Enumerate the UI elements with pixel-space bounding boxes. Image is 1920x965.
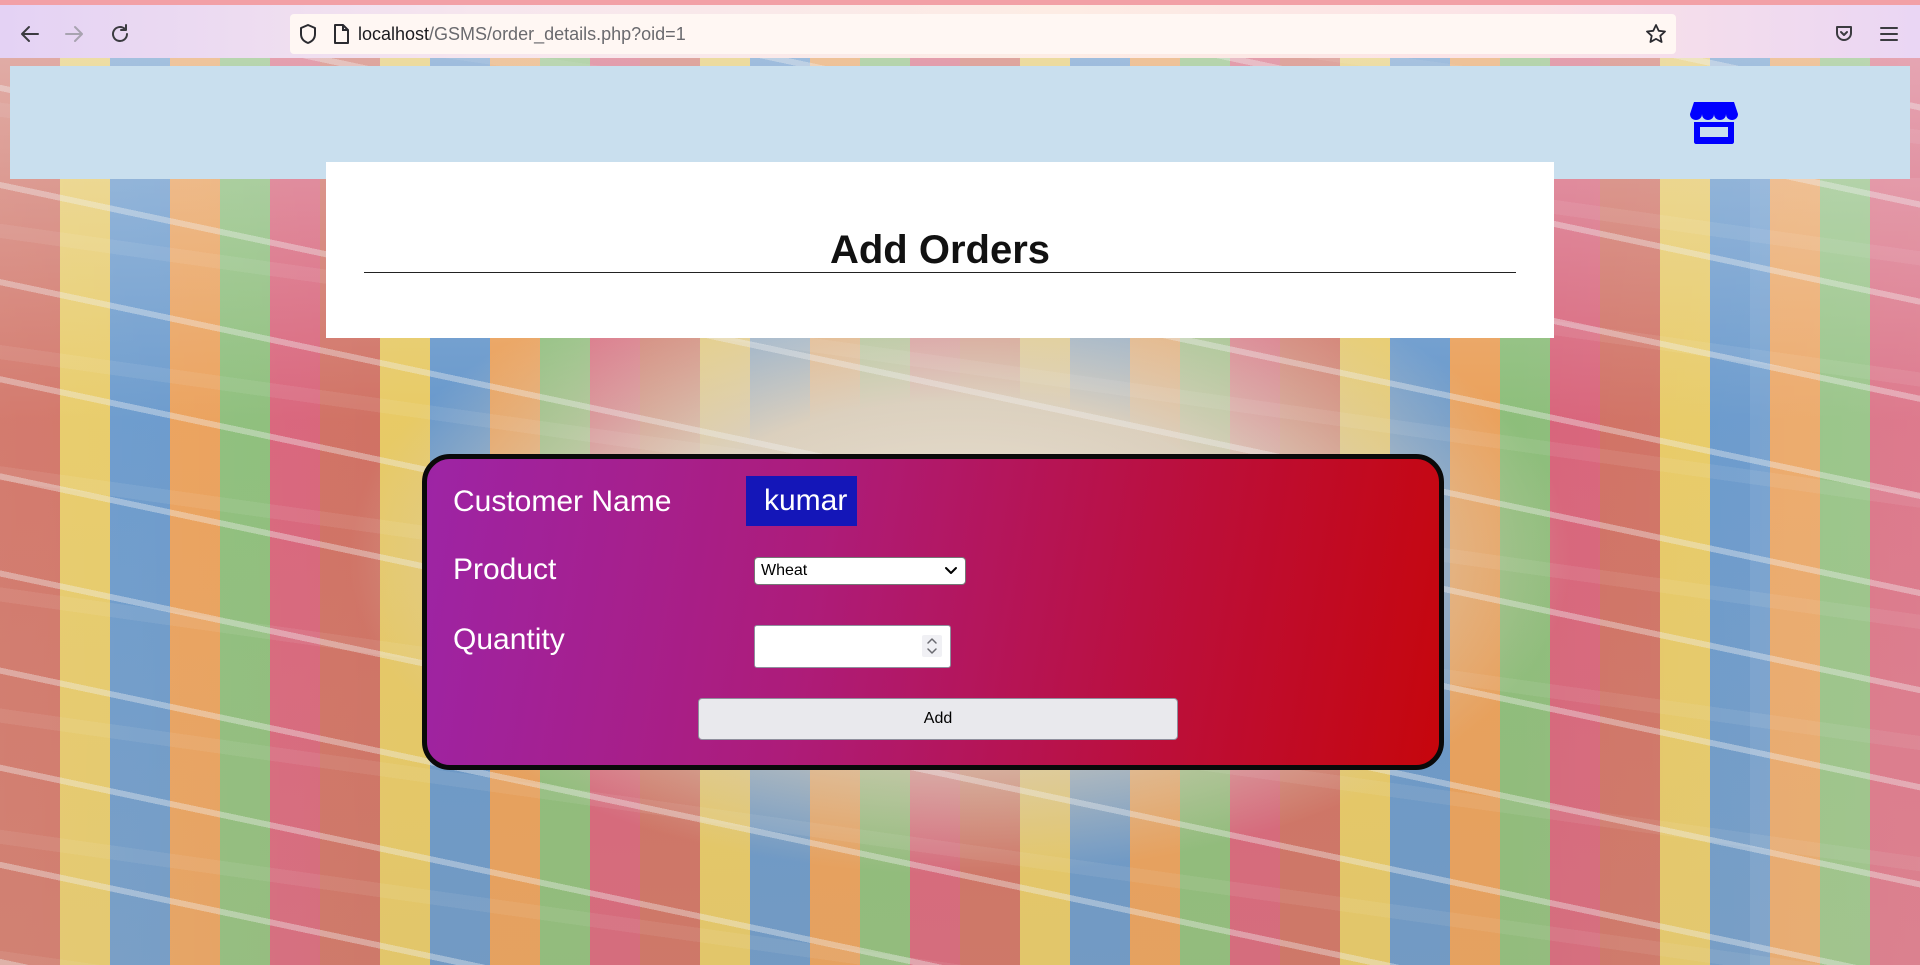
- page-title: Add Orders: [829, 228, 1051, 272]
- back-arrow-icon: [21, 26, 39, 42]
- browser-toolbar: localhost/GSMS/order_details.php?oid=1: [0, 0, 1920, 58]
- store-icon[interactable]: [1690, 100, 1738, 144]
- customer-name-value: kumar: [746, 476, 858, 526]
- url-host: localhost: [358, 23, 430, 44]
- background-right-strip: [1750, 178, 1920, 965]
- quantity-input[interactable]: [754, 625, 951, 668]
- pocket-button[interactable]: [1826, 16, 1862, 52]
- shield-icon[interactable]: [298, 23, 318, 45]
- url-path: /GSMS/order_details.php?oid=1: [429, 23, 686, 44]
- title-divider: [364, 272, 1516, 273]
- quantity-stepper[interactable]: [922, 635, 942, 657]
- app-menu-button[interactable]: [1871, 16, 1907, 52]
- product-label: Product: [453, 553, 557, 586]
- add-button[interactable]: Add: [698, 698, 1178, 740]
- title-card: Add Orders: [326, 162, 1554, 338]
- url-text[interactable]: localhost/GSMS/order_details.php?oid=1: [358, 24, 686, 45]
- add-order-form: Customer Name kumar Product Wheat Quanti…: [422, 454, 1444, 770]
- reload-icon: [112, 24, 128, 42]
- forward-button[interactable]: [56, 16, 92, 52]
- bookmark-button[interactable]: [1638, 16, 1674, 52]
- back-button[interactable]: [12, 16, 48, 52]
- product-select[interactable]: Wheat: [754, 557, 966, 585]
- page-icon[interactable]: [332, 23, 350, 45]
- product-selected-value: Wheat: [761, 562, 808, 579]
- pocket-icon: [1836, 26, 1852, 41]
- chevron-down-icon: [945, 567, 957, 574]
- quantity-label: Quantity: [453, 623, 565, 656]
- reload-button[interactable]: [102, 16, 138, 52]
- menu-icon: [1880, 27, 1898, 41]
- stepper-arrows-icon: [927, 638, 937, 654]
- forward-arrow-icon: [65, 26, 83, 42]
- customer-name-label: Customer Name: [453, 485, 672, 518]
- url-bar[interactable]: localhost/GSMS/order_details.php?oid=1: [290, 14, 1676, 54]
- star-icon: [1646, 24, 1666, 43]
